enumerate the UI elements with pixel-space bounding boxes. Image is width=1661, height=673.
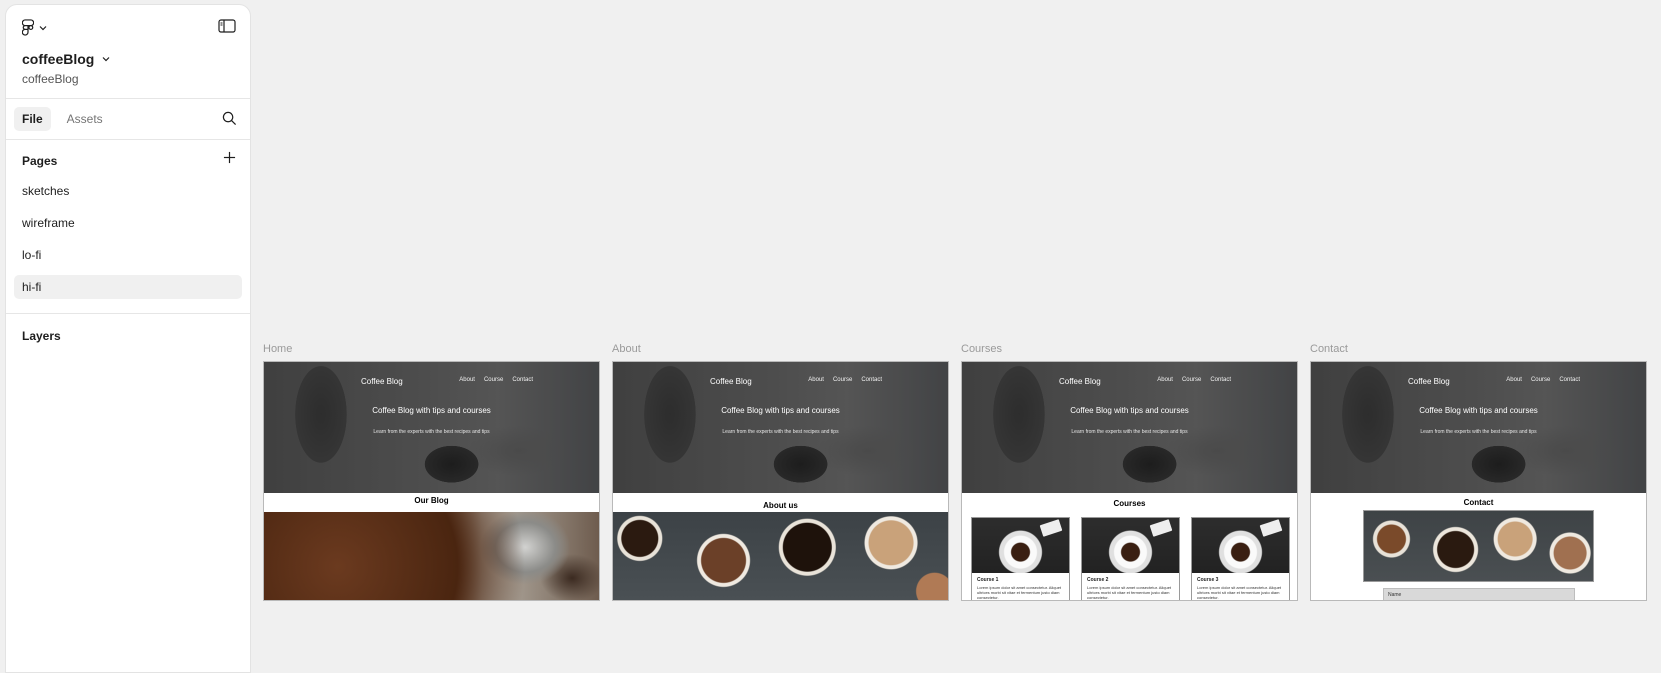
hero-brand: Coffee Blog [710, 377, 752, 386]
coffee-cups-image [1363, 510, 1594, 582]
main-menu-button[interactable] [22, 19, 47, 36]
page-item-hi-fi[interactable]: hi-fi [14, 275, 242, 299]
nav-course: Course [1181, 377, 1202, 383]
course-title: Course 1 [977, 577, 999, 583]
hero-image: Coffee Blog About Course Contact Coffee … [264, 362, 599, 493]
hero-nav: About Course Contact [459, 377, 533, 383]
frame-label-about[interactable]: About [612, 343, 641, 355]
course-image [972, 518, 1069, 573]
page-item-lo-fi[interactable]: lo-fi [14, 243, 242, 267]
search-icon [222, 111, 237, 126]
course-card: Course 1 Lorem ipsum dolor sit amet cons… [971, 517, 1070, 600]
name-field: Name [1383, 588, 1575, 600]
plus-icon [223, 151, 236, 164]
nav-about: About [1157, 377, 1173, 383]
hero-title: Coffee Blog with tips and courses [1419, 406, 1538, 415]
divider [6, 98, 250, 99]
sidebar-toggle-icon [218, 19, 236, 33]
nav-contact: Contact [512, 377, 533, 383]
nav-about: About [808, 377, 824, 383]
sidebar-tabs: File Assets [14, 107, 242, 131]
figma-logo-icon [22, 19, 34, 36]
nav-contact: Contact [861, 377, 882, 383]
chevron-down-icon [102, 57, 110, 62]
hero-image: Coffee Blog About Course Contact Coffee … [1311, 362, 1646, 493]
add-page-button[interactable] [223, 151, 236, 169]
hero-subtitle: Learn from the experts with the best rec… [1071, 429, 1188, 435]
hero-brand: Coffee Blog [361, 377, 403, 386]
tab-assets[interactable]: Assets [59, 107, 111, 131]
file-name-button[interactable]: coffeeBlog [22, 51, 110, 67]
course-text: Lorem ipsum dolor sit amet consectetur. … [1087, 585, 1172, 600]
coffee-cups-image [613, 512, 948, 600]
sidebar-topbar [6, 5, 250, 49]
section-heading: Courses [1113, 499, 1146, 508]
frame-home[interactable]: Coffee Blog About Course Contact Coffee … [263, 361, 600, 601]
hero-nav: About Course Contact [808, 377, 882, 383]
file-title: coffeeBlog [22, 51, 95, 67]
hero-image: Coffee Blog About Course Contact Coffee … [613, 362, 948, 493]
tab-file[interactable]: File [14, 107, 51, 131]
section-heading: About us [763, 501, 798, 510]
nav-about: About [459, 377, 475, 383]
frame-contact[interactable]: Coffee Blog About Course Contact Coffee … [1310, 361, 1647, 601]
frame-label-home[interactable]: Home [263, 343, 292, 355]
section-heading: Our Blog [414, 496, 449, 505]
hero-nav: About Course Contact [1157, 377, 1231, 383]
hero-nav: About Course Contact [1506, 377, 1580, 383]
hero-brand: Coffee Blog [1408, 377, 1450, 386]
course-image [1082, 518, 1179, 573]
course-title: Course 3 [1197, 577, 1219, 583]
frame-label-courses[interactable]: Courses [961, 343, 1002, 355]
sidebar-toggle-button[interactable] [218, 19, 236, 38]
frame-courses[interactable]: Coffee Blog About Course Contact Coffee … [961, 361, 1298, 601]
hero-brand: Coffee Blog [1059, 377, 1101, 386]
course-card: Course 3 Lorem ipsum dolor sit amet cons… [1191, 517, 1290, 600]
nav-course: Course [483, 377, 504, 383]
course-card: Course 2 Lorem ipsum dolor sit amet cons… [1081, 517, 1180, 600]
search-button[interactable] [222, 111, 237, 131]
course-text: Lorem ipsum dolor sit amet consectetur. … [1197, 585, 1282, 600]
coffee-grounds-image [264, 512, 599, 600]
page-list: sketches wireframe lo-fi hi-fi [14, 179, 242, 307]
hero-subtitle: Learn from the experts with the best rec… [722, 429, 839, 435]
left-sidebar: coffeeBlog coffeeBlog File Assets Pages … [5, 4, 251, 673]
hero-title: Coffee Blog with tips and courses [721, 406, 840, 415]
nav-course: Course [832, 377, 853, 383]
chevron-down-icon [39, 25, 47, 30]
pages-heading: Pages [22, 154, 58, 168]
nav-about: About [1506, 377, 1522, 383]
course-title: Course 2 [1087, 577, 1109, 583]
frame-label-contact[interactable]: Contact [1310, 343, 1348, 355]
hero-title: Coffee Blog with tips and courses [1070, 406, 1189, 415]
hero-image: Coffee Blog About Course Contact Coffee … [962, 362, 1297, 493]
page-item-sketches[interactable]: sketches [14, 179, 242, 203]
page-item-wireframe[interactable]: wireframe [14, 211, 242, 235]
nav-contact: Contact [1559, 377, 1580, 383]
course-image [1192, 518, 1289, 573]
hero-subtitle: Learn from the experts with the best rec… [373, 429, 490, 435]
section-heading: Contact [1463, 498, 1494, 507]
nav-course: Course [1530, 377, 1551, 383]
nav-contact: Contact [1210, 377, 1231, 383]
frame-about[interactable]: Coffee Blog About Course Contact Coffee … [612, 361, 949, 601]
layers-heading: Layers [22, 329, 61, 343]
course-text: Lorem ipsum dolor sit amet consectetur. … [977, 585, 1062, 600]
hero-title: Coffee Blog with tips and courses [372, 406, 491, 415]
project-name: coffeeBlog [22, 72, 79, 86]
hero-subtitle: Learn from the experts with the best rec… [1420, 429, 1537, 435]
divider [6, 313, 250, 314]
divider [6, 139, 250, 140]
